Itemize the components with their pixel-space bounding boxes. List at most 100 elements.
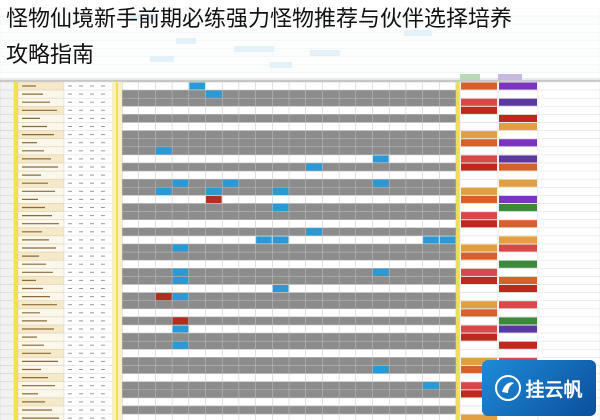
header-cell-blue <box>270 62 292 68</box>
tag-cell <box>459 316 499 326</box>
yellow-marker <box>456 325 460 334</box>
row-index-cell <box>0 397 15 407</box>
yellow-marker <box>14 187 18 196</box>
yellow-marker <box>14 268 18 277</box>
tag-cell <box>497 146 539 156</box>
grid-highlight-cell <box>272 187 289 195</box>
yellow-marker <box>456 122 460 131</box>
yellow-marker <box>456 179 460 188</box>
yellow-marker <box>14 122 18 131</box>
yellow-marker <box>456 284 460 293</box>
grid-highlight-cell <box>155 187 172 195</box>
yellow-marker <box>14 276 18 285</box>
grid-highlight-cell <box>373 179 389 187</box>
tag-cell <box>459 114 499 123</box>
tag-cell <box>459 235 499 245</box>
yellow-marker <box>456 130 460 139</box>
grid-highlight-cell <box>189 82 205 90</box>
row-index-cell <box>0 170 15 180</box>
row-index-cell <box>0 413 15 420</box>
tag-cell <box>497 292 539 301</box>
row-index-cell <box>0 97 15 107</box>
grid-highlight-cell <box>172 325 189 333</box>
tag-cell <box>459 170 499 180</box>
row-index-cell <box>0 324 15 334</box>
yellow-marker <box>456 163 460 172</box>
yellow-marker <box>456 292 460 301</box>
grid-highlight-cell <box>172 179 189 187</box>
header-row <box>0 7 600 17</box>
yellow-marker <box>14 365 18 374</box>
tag-chip <box>460 74 480 80</box>
row-index-cell <box>0 227 15 237</box>
tag-chip <box>461 106 497 114</box>
row-index-cell <box>0 243 15 253</box>
tag-chip <box>499 325 537 333</box>
yellow-marker <box>456 146 460 155</box>
yellow-marker <box>456 397 460 406</box>
row-index-cell <box>0 389 15 399</box>
notes-cell <box>537 259 600 269</box>
yellow-marker <box>14 284 18 293</box>
grid-highlight-cell <box>373 155 389 163</box>
yellow-marker <box>14 292 18 301</box>
tag-chip <box>499 195 537 203</box>
notes-cell <box>537 195 600 204</box>
row-index-cell <box>0 349 15 358</box>
yellow-marker <box>456 341 460 350</box>
row-index-cell <box>0 122 15 131</box>
grid-highlight-cell <box>306 228 322 236</box>
grid-highlight-cell <box>172 268 189 276</box>
grid-highlight-cell <box>306 163 322 171</box>
notes-cell <box>537 219 600 229</box>
notes-cell <box>537 97 600 107</box>
yellow-marker <box>14 349 18 358</box>
yellow-marker <box>456 154 460 163</box>
grid-highlight-cell <box>172 276 189 284</box>
tag-chip <box>461 268 497 276</box>
yellow-marker <box>456 300 460 309</box>
row-index-cell <box>0 340 15 350</box>
tag-cell <box>459 89 499 99</box>
yellow-marker <box>456 252 460 261</box>
tag-chip <box>461 163 497 171</box>
yellow-marker <box>14 414 18 420</box>
tag-cell <box>497 89 539 99</box>
yellow-marker <box>14 308 18 317</box>
watermark-text: 挂云帆 <box>525 378 583 401</box>
header-row <box>0 56 600 65</box>
notes-cell <box>537 138 600 148</box>
tag-chip <box>499 236 537 244</box>
notes-cell <box>537 211 600 220</box>
yellow-marker <box>456 308 460 317</box>
yellow-marker <box>14 397 18 406</box>
yellow-marker <box>14 90 18 99</box>
row-index-cell <box>0 316 15 326</box>
yellow-marker <box>456 195 460 204</box>
notes-cell <box>537 187 600 196</box>
tag-chip <box>499 139 537 147</box>
notes-cell <box>537 340 600 350</box>
tag-chip <box>461 212 497 220</box>
row-index-cell <box>0 365 15 374</box>
tag-cell <box>459 178 499 188</box>
row-index-cell <box>0 195 15 204</box>
header-cell-blue <box>176 38 196 44</box>
yellow-marker <box>456 357 460 366</box>
yellow-marker <box>456 244 460 253</box>
tag-chip <box>461 155 497 163</box>
tag-chip <box>499 179 537 187</box>
tag-chip <box>461 131 497 139</box>
notes-cell <box>537 292 600 301</box>
tag-chip <box>499 276 537 284</box>
row-index-cell <box>0 162 15 172</box>
tag-cell <box>459 227 499 237</box>
yellow-marker <box>456 260 460 269</box>
row-index-cell <box>0 130 15 139</box>
notes-cell <box>537 332 600 342</box>
tag-chip <box>461 187 497 195</box>
row-index-cell <box>0 381 15 391</box>
yellow-marker <box>14 341 18 350</box>
tag-cell <box>459 340 499 350</box>
notes-cell <box>537 268 600 277</box>
